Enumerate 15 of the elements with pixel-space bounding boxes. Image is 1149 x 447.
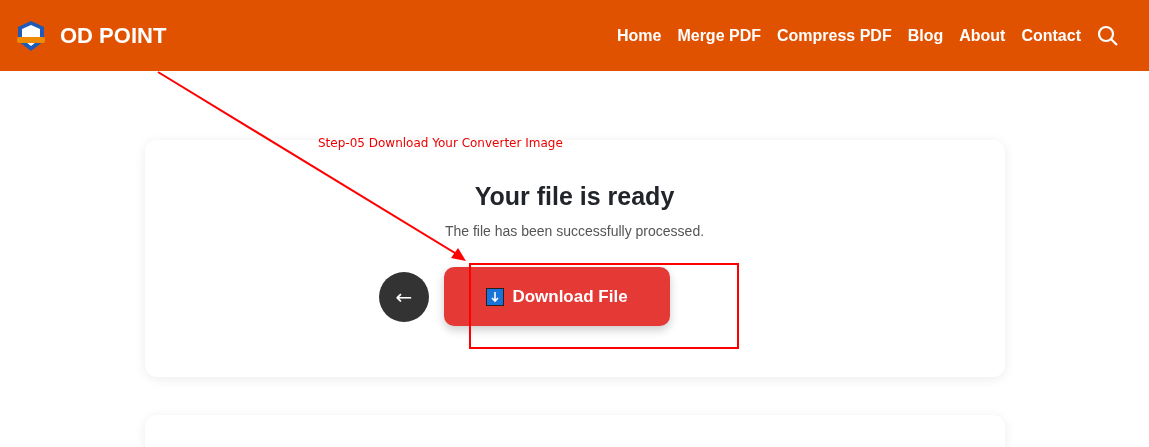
- annotation-text: Step-05 Download Your Converter Image: [318, 136, 563, 150]
- download-button[interactable]: Download File: [444, 267, 670, 326]
- nav-link[interactable]: Blog: [907, 26, 944, 45]
- nav-link[interactable]: Merge PDF: [677, 26, 761, 45]
- nav-link[interactable]: Compress PDF: [777, 26, 892, 45]
- nav-link[interactable]: Home: [616, 26, 662, 45]
- search-icon[interactable]: [1097, 24, 1119, 47]
- nav-link[interactable]: About: [959, 26, 1006, 45]
- result-message: The file has been successfully processed.: [444, 223, 705, 239]
- logo-icon: [14, 18, 48, 53]
- back-button[interactable]: ←: [379, 271, 429, 322]
- download-icon: [486, 287, 505, 306]
- nav-link[interactable]: Contact: [1021, 26, 1081, 45]
- brand-name[interactable]: OD POINT: [60, 22, 167, 49]
- result-title: Your file is ready: [474, 182, 675, 211]
